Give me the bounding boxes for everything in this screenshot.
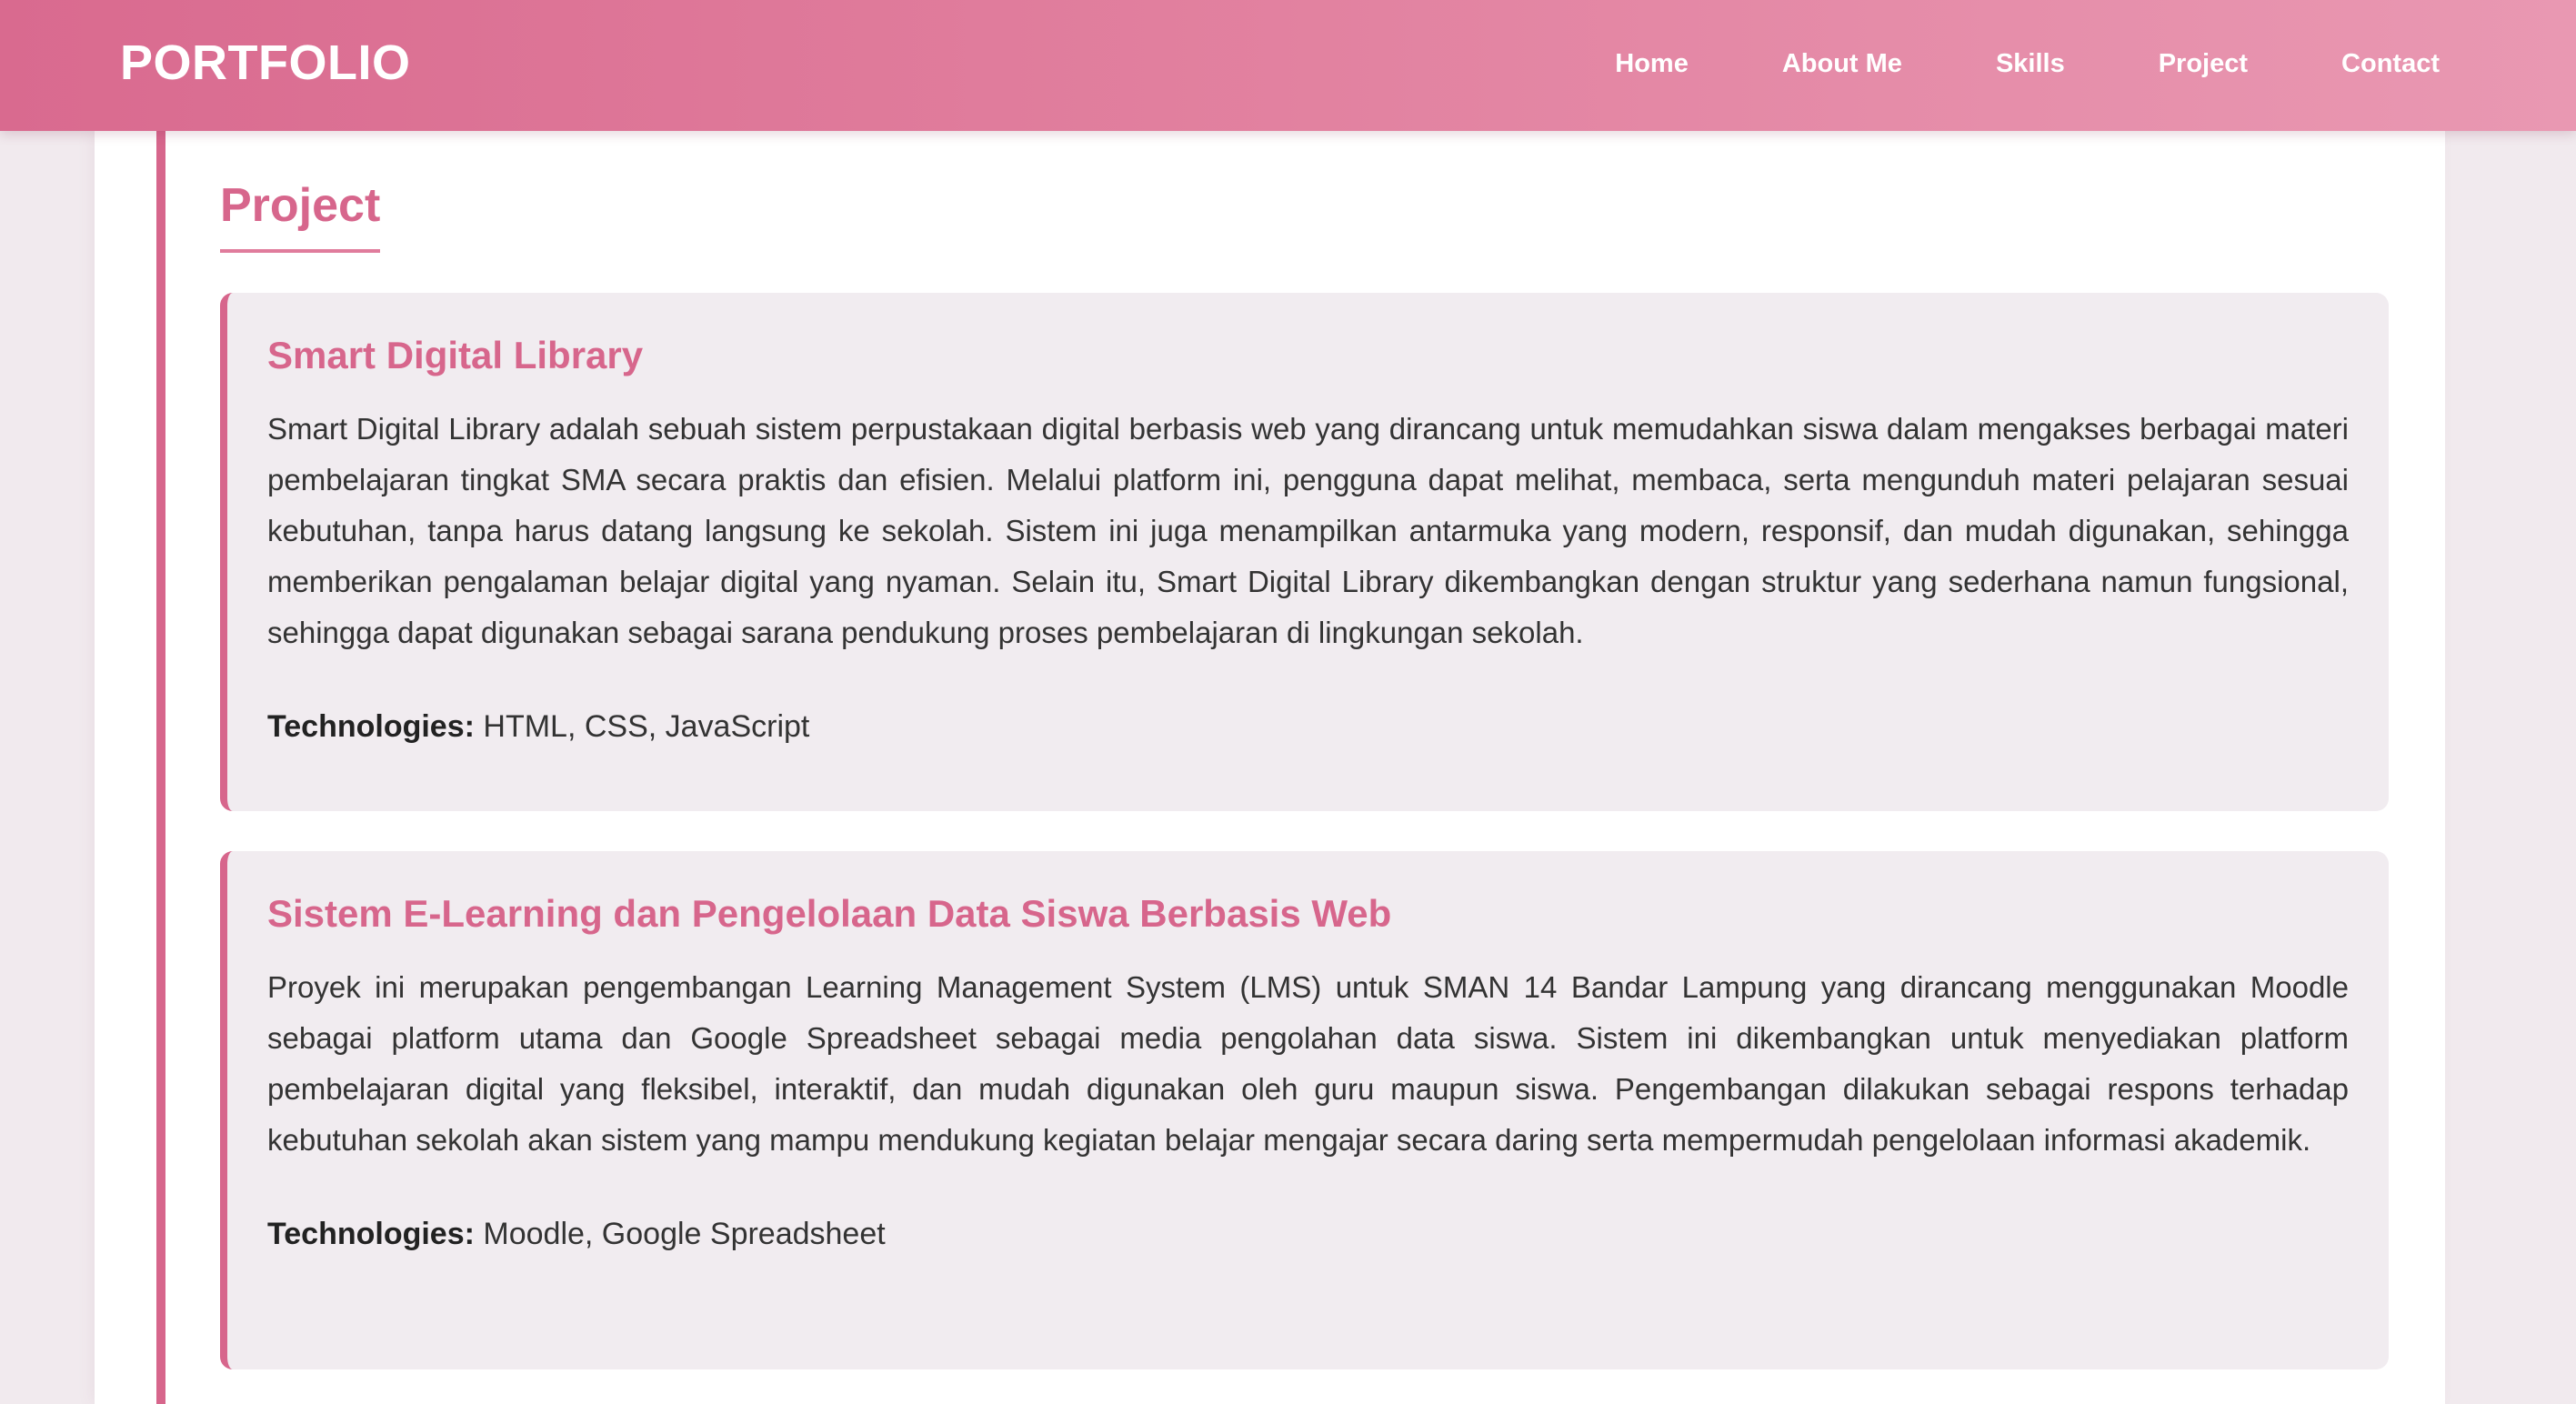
project-description: Smart Digital Library adalah sebuah sist… bbox=[267, 412, 2349, 650]
nav-link-about-me[interactable]: About Me bbox=[1782, 49, 1902, 79]
project-description: Proyek ini merupakan pengembangan Learni… bbox=[267, 970, 2349, 1158]
main-container: Project Smart Digital Library Smart Digi… bbox=[95, 131, 2445, 1404]
project-title: Sistem E-Learning dan Pengelolaan Data S… bbox=[267, 892, 1392, 935]
technologies-label: Technologies: bbox=[267, 1217, 475, 1252]
nav-link-home[interactable]: Home bbox=[1615, 49, 1689, 79]
nav-link-skills[interactable]: Skills bbox=[1996, 49, 2065, 79]
nav-link-contact[interactable]: Contact bbox=[2341, 49, 2440, 79]
project-card: Smart Digital Library Smart Digital Libr… bbox=[220, 293, 2389, 811]
section-title: Project bbox=[220, 178, 381, 253]
project-card: Sistem E-Learning dan Pengelolaan Data S… bbox=[220, 851, 2389, 1369]
technologies-label: Technologies: bbox=[267, 709, 475, 745]
nav-links: Home About Me Skills Project Contact bbox=[1521, 0, 2440, 127]
nav-link-project[interactable]: Project bbox=[2159, 49, 2248, 79]
technologies-value: Moodle, Google Spreadsheet bbox=[474, 1217, 886, 1252]
project-section: Project Smart Digital Library Smart Digi… bbox=[156, 131, 2445, 1404]
project-technologies: Technologies: HTML, CSS, JavaScript bbox=[267, 709, 2349, 745]
project-technologies: Technologies: Moodle, Google Spreadsheet bbox=[267, 1217, 2349, 1252]
brand-logo[interactable]: PORTFOLIO bbox=[120, 0, 410, 125]
top-navbar: PORTFOLIO Home About Me Skills Project C… bbox=[0, 0, 2576, 131]
technologies-value: HTML, CSS, JavaScript bbox=[474, 709, 810, 745]
project-title: Smart Digital Library bbox=[267, 334, 644, 376]
